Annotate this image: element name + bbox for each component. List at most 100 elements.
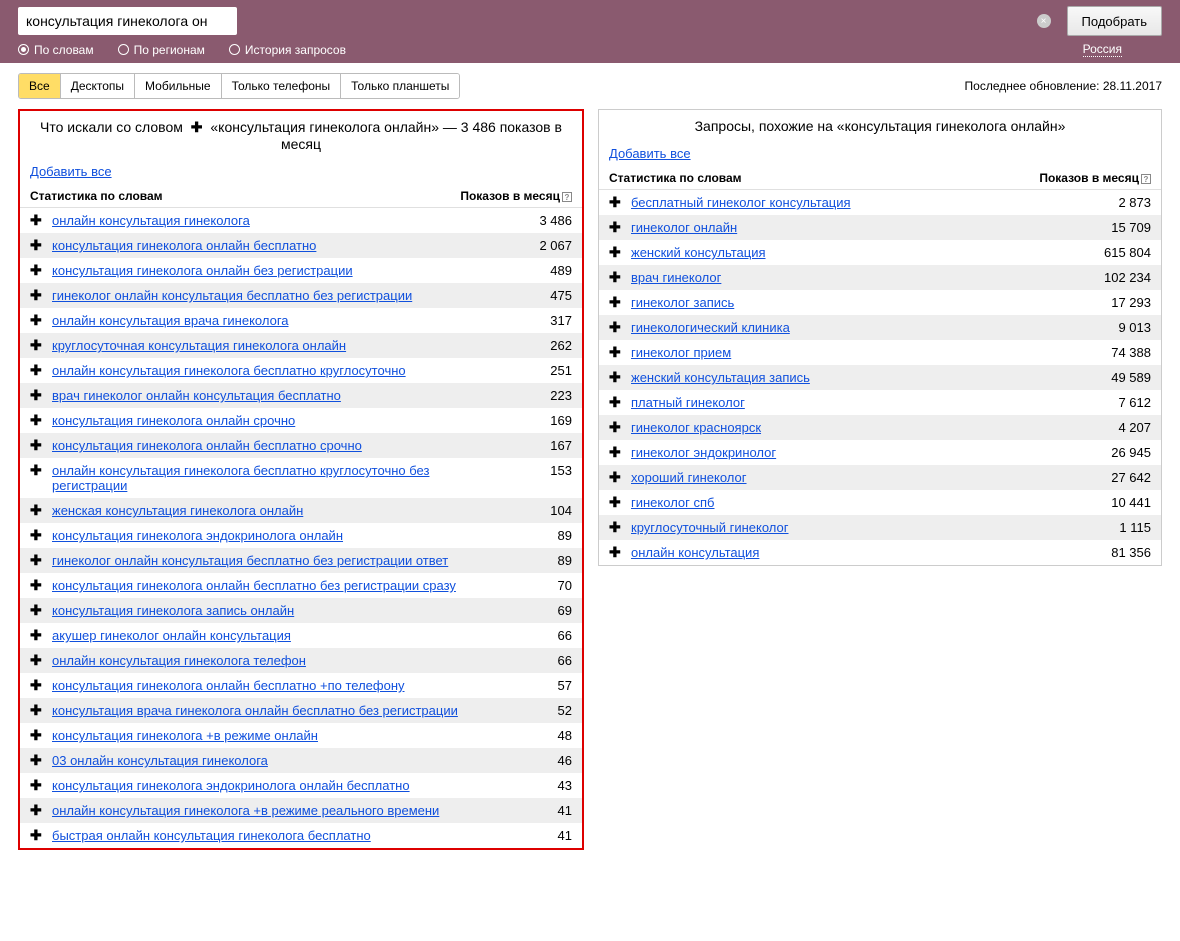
plus-icon[interactable]: ✚ (30, 288, 44, 302)
search-input[interactable] (18, 7, 237, 35)
plus-icon[interactable]: ✚ (609, 320, 623, 334)
keyword-link[interactable]: онлайн консультация гинеколога (52, 213, 502, 228)
plus-icon[interactable]: ✚ (609, 545, 623, 559)
plus-icon[interactable]: ✚ (30, 438, 44, 452)
plus-icon[interactable]: ✚ (30, 628, 44, 642)
region-link[interactable]: Россия (1083, 42, 1122, 57)
plus-icon[interactable]: ✚ (30, 753, 44, 767)
plus-icon[interactable]: ✚ (609, 370, 623, 384)
keyword-link[interactable]: онлайн консультация гинеколога бесплатно… (52, 363, 502, 378)
keyword-link[interactable]: консультация гинеколога эндокринолога он… (52, 778, 502, 793)
plus-icon[interactable]: ✚ (30, 653, 44, 667)
plus-icon[interactable]: ✚ (609, 470, 623, 484)
plus-icon[interactable]: ✚ (609, 220, 623, 234)
plus-icon[interactable]: ✚ (609, 245, 623, 259)
table-row: ✚ консультация гинеколога эндокринолога о… (20, 523, 582, 548)
keyword-link[interactable]: врач гинеколог онлайн консультация беспл… (52, 388, 502, 403)
keyword-link[interactable]: быстрая онлайн консультация гинеколога б… (52, 828, 502, 843)
plus-icon[interactable]: ✚ (30, 388, 44, 402)
keyword-link[interactable]: консультация гинеколога онлайн бесплатно… (52, 578, 502, 593)
radio-by-words[interactable]: По словам (18, 43, 94, 57)
keyword-link[interactable]: онлайн консультация (631, 545, 1081, 560)
keyword-link[interactable]: консультация гинеколога онлайн бесплатно (52, 238, 502, 253)
keyword-link[interactable]: гинеколог онлайн (631, 220, 1081, 235)
plus-icon[interactable]: ✚ (30, 503, 44, 517)
keyword-link[interactable]: онлайн консультация врача гинеколога (52, 313, 502, 328)
keyword-link[interactable]: консультация врача гинеколога онлайн бес… (52, 703, 502, 718)
plus-icon[interactable]: ✚ (30, 553, 44, 567)
keyword-link[interactable]: гинеколог онлайн консультация бесплатно … (52, 553, 502, 568)
keyword-link[interactable]: консультация гинеколога онлайн без регис… (52, 263, 502, 278)
help-icon[interactable]: ? (1141, 174, 1151, 184)
plus-icon[interactable]: ✚ (30, 603, 44, 617)
plus-icon[interactable]: ✚ (30, 263, 44, 277)
plus-icon[interactable]: ✚ (30, 363, 44, 377)
tab-phones[interactable]: Только телефоны (222, 74, 342, 98)
keyword-link[interactable]: гинеколог онлайн консультация бесплатно … (52, 288, 502, 303)
keyword-link[interactable]: гинеколог красноярск (631, 420, 1081, 435)
keyword-link[interactable]: гинеколог прием (631, 345, 1081, 360)
keyword-link[interactable]: женская консультация гинеколога онлайн (52, 503, 502, 518)
tab-desktop[interactable]: Десктопы (61, 74, 135, 98)
plus-icon[interactable]: ✚ (30, 213, 44, 227)
keyword-link[interactable]: консультация гинеколога онлайн бесплатно… (52, 678, 502, 693)
count-value: 66 (502, 653, 572, 668)
plus-icon[interactable]: ✚ (30, 528, 44, 542)
submit-button[interactable]: Подобрать (1067, 6, 1162, 36)
plus-icon[interactable]: ✚ (30, 728, 44, 742)
keyword-link[interactable]: женский консультация (631, 245, 1081, 260)
keyword-link[interactable]: женский консультация запись (631, 370, 1081, 385)
add-all-link[interactable]: Добавить все (599, 142, 701, 167)
keyword-link[interactable]: гинекологический клиника (631, 320, 1081, 335)
keyword-link[interactable]: консультация гинеколога +в режиме онлайн (52, 728, 502, 743)
plus-icon[interactable]: ✚ (609, 295, 623, 309)
right-panel-header: Запросы, похожие на «консультация гинеко… (599, 110, 1161, 142)
keyword-link[interactable]: гинеколог спб (631, 495, 1081, 510)
keyword-link[interactable]: консультация гинеколога онлайн бесплатно… (52, 438, 502, 453)
plus-icon[interactable]: ✚ (30, 828, 44, 842)
plus-icon[interactable]: ✚ (30, 578, 44, 592)
tab-tablets[interactable]: Только планшеты (341, 74, 459, 98)
plus-icon[interactable]: ✚ (30, 703, 44, 717)
plus-icon[interactable]: ✚ (30, 313, 44, 327)
plus-icon[interactable]: ✚ (30, 803, 44, 817)
keyword-link[interactable]: консультация гинеколога эндокринолога он… (52, 528, 502, 543)
keyword-link[interactable]: 03 онлайн консультация гинеколога (52, 753, 502, 768)
keyword-link[interactable]: онлайн консультация гинеколога телефон (52, 653, 502, 668)
plus-icon[interactable]: ✚ (609, 270, 623, 284)
keyword-link[interactable]: онлайн консультация гинеколога бесплатно… (52, 463, 502, 493)
keyword-link[interactable]: консультация гинеколога запись онлайн (52, 603, 502, 618)
keyword-link[interactable]: гинеколог эндокринолог (631, 445, 1081, 460)
keyword-link[interactable]: круглосуточная консультация гинеколога о… (52, 338, 502, 353)
add-all-link[interactable]: Добавить все (20, 160, 122, 185)
plus-icon[interactable]: ✚ (30, 463, 44, 477)
keyword-link[interactable]: бесплатный гинеколог консультация (631, 195, 1081, 210)
keyword-link[interactable]: круглосуточный гинеколог (631, 520, 1081, 535)
keyword-link[interactable]: консультация гинеколога онлайн срочно (52, 413, 502, 428)
table-row: ✚онлайн консультация врача гинеколога317 (20, 308, 582, 333)
keyword-link[interactable]: онлайн консультация гинеколога +в режиме… (52, 803, 502, 818)
plus-icon[interactable]: ✚ (30, 338, 44, 352)
help-icon[interactable]: ? (562, 192, 572, 202)
keyword-link[interactable]: хороший гинеколог (631, 470, 1081, 485)
plus-icon[interactable]: ✚ (609, 495, 623, 509)
plus-icon[interactable]: ✚ (30, 238, 44, 252)
plus-icon[interactable]: ✚ (609, 345, 623, 359)
plus-icon[interactable]: ✚ (609, 395, 623, 409)
plus-icon[interactable]: ✚ (609, 420, 623, 434)
keyword-link[interactable]: гинеколог запись (631, 295, 1081, 310)
plus-icon[interactable]: ✚ (30, 413, 44, 427)
plus-icon[interactable]: ✚ (609, 520, 623, 534)
keyword-link[interactable]: акушер гинеколог онлайн консультация (52, 628, 502, 643)
plus-icon[interactable]: ✚ (30, 778, 44, 792)
radio-history[interactable]: История запросов (229, 43, 346, 57)
tab-mobile[interactable]: Мобильные (135, 74, 222, 98)
plus-icon[interactable]: ✚ (609, 445, 623, 459)
close-icon[interactable]: × (1037, 14, 1051, 28)
plus-icon[interactable]: ✚ (609, 195, 623, 209)
plus-icon[interactable]: ✚ (30, 678, 44, 692)
tab-all[interactable]: Все (19, 74, 61, 98)
keyword-link[interactable]: платный гинеколог (631, 395, 1081, 410)
radio-by-regions[interactable]: По регионам (118, 43, 205, 57)
keyword-link[interactable]: врач гинеколог (631, 270, 1081, 285)
